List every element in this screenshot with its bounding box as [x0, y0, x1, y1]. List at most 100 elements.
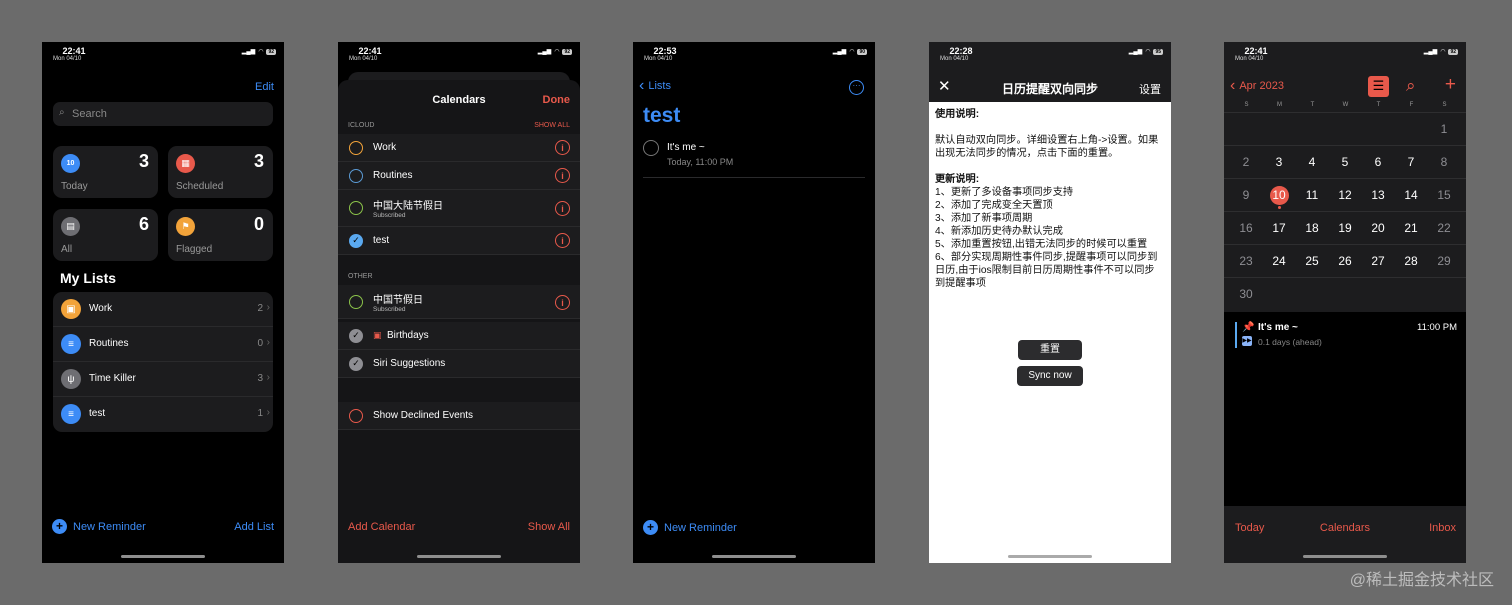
calendar-row-routines[interactable]: Routines i	[338, 162, 580, 190]
calendar-day[interactable]: 17	[1263, 212, 1295, 245]
list-item-test[interactable]: ≡ test 1 ›	[53, 397, 273, 432]
calendar-sublabel: Subscribed	[373, 212, 406, 219]
calendar-label: test	[373, 235, 390, 246]
list-item-routines[interactable]: ≡ Routines 0 ›	[53, 327, 273, 362]
reset-button[interactable]: 重置	[1018, 340, 1082, 360]
new-reminder-button[interactable]: + New Reminder	[52, 519, 146, 534]
status-icons: ▂▄▆ ◠ 92	[242, 48, 276, 55]
weekday-label: M	[1277, 102, 1282, 108]
flagged-card[interactable]: ⚑ 0 Flagged	[168, 209, 273, 261]
list-item-work[interactable]: ▣ Work 2 ›	[53, 292, 273, 327]
add-icon[interactable]: +	[1445, 75, 1456, 95]
flagged-count: 0	[253, 214, 264, 234]
event-item[interactable]: 📌 It's me ~ 11:00 PM ▶▶ 0.1 days (ahead)	[1235, 322, 1457, 348]
calendar-day[interactable]: 26	[1329, 245, 1361, 278]
info-icon[interactable]: i	[555, 168, 570, 183]
status-icons: ▂▄▆ ◠ 92	[538, 48, 572, 55]
calendar-day[interactable]: 14	[1395, 179, 1427, 212]
checkbox-circle-icon[interactable]	[643, 140, 659, 156]
tray-icon: ▤	[61, 217, 80, 236]
info-icon[interactable]: i	[555, 233, 570, 248]
search-icon[interactable]: ⌕	[1406, 76, 1416, 96]
show-declined-row[interactable]: Show Declined Events	[338, 402, 580, 430]
list-item-time-killer[interactable]: ψ Time Killer 3 ›	[53, 362, 273, 397]
new-reminder-button[interactable]: + New Reminder	[643, 520, 737, 535]
calendar-day[interactable]: 30	[1230, 278, 1262, 311]
calendar-day[interactable]: 25	[1296, 245, 1328, 278]
calendar-day[interactable]: 10	[1263, 179, 1295, 212]
event-title: It's me ~	[1258, 322, 1298, 333]
show-all-link[interactable]: SHOW ALL	[534, 122, 570, 129]
add-list-button[interactable]: Add List	[234, 521, 274, 533]
calendar-day[interactable]: 7	[1395, 146, 1427, 179]
scheduled-calendar-icon: ▦	[176, 154, 195, 173]
calendar-row-birthdays[interactable]: ✓ ▣ Birthdays	[338, 322, 580, 350]
calendar-day[interactable]: 8	[1428, 146, 1460, 179]
calendar-row-work[interactable]: Work i	[338, 134, 580, 162]
scheduled-card[interactable]: ▦ 3 Scheduled	[168, 146, 273, 198]
calendar-day[interactable]: 1	[1428, 113, 1460, 146]
status-time: 22:53	[653, 46, 677, 56]
today-card[interactable]: 10 3 Today	[53, 146, 158, 198]
settings-button[interactable]: 设置	[1139, 81, 1161, 97]
calendar-day[interactable]: 12	[1329, 179, 1361, 212]
calendar-day[interactable]: 2	[1230, 146, 1262, 179]
calendar-day[interactable]: 23	[1230, 245, 1262, 278]
calendar-day[interactable]: 22	[1428, 212, 1460, 245]
calendar-day[interactable]: 29	[1428, 245, 1460, 278]
calendar-day[interactable]: 15	[1428, 179, 1460, 212]
info-icon[interactable]: i	[555, 140, 570, 155]
done-button[interactable]: Done	[543, 94, 571, 106]
show-all-button[interactable]: Show All	[528, 521, 570, 533]
month-back-button[interactable]: ‹ Apr 2023	[1230, 77, 1284, 94]
calendar-day[interactable]: 11	[1296, 179, 1328, 212]
new-reminder-label: New Reminder	[664, 521, 737, 534]
calendar-row-siri[interactable]: ✓ Siri Suggestions	[338, 350, 580, 378]
more-icon[interactable]: ···	[849, 80, 864, 95]
status-time: 22:28	[949, 46, 973, 56]
status-bar: 22:28 Mon 04/10 ▂▄▆ ◠ 95	[929, 42, 1171, 64]
back-button[interactable]: ‹ Lists	[639, 78, 671, 94]
calendar-day[interactable]: 28	[1395, 245, 1427, 278]
sync-now-button[interactable]: Sync now	[1017, 366, 1083, 386]
edit-button[interactable]: Edit	[255, 81, 274, 93]
circle-icon	[349, 169, 363, 183]
update-item: 1、更新了多设备事项同步支持	[935, 187, 1074, 198]
add-calendar-button[interactable]: Add Calendar	[348, 521, 415, 533]
search-input[interactable]: ⌕ Search	[53, 102, 273, 126]
chevron-right-icon: ›	[266, 302, 270, 313]
reminder-item[interactable]: It's me ~ Today, 11:00 PM	[643, 140, 865, 178]
tab-inbox[interactable]: Inbox	[1429, 522, 1456, 534]
new-reminder-label: New Reminder	[73, 520, 146, 533]
calendar-day[interactable]: 6	[1362, 146, 1394, 179]
calendar-row-cn-holidays[interactable]: 中国大陆节假日 Subscribed i	[338, 190, 580, 227]
calendar-day[interactable]: 13	[1362, 179, 1394, 212]
calendar-day[interactable]: 21	[1395, 212, 1427, 245]
list-label: Work	[89, 303, 113, 314]
calendar-row-cn-festivals[interactable]: 中国节假日 Subscribed i	[338, 285, 580, 319]
calendar-day[interactable]: 16	[1230, 212, 1262, 245]
calendar-day[interactable]: 3	[1263, 146, 1295, 179]
calendar-label: 中国节假日	[373, 295, 423, 306]
declined-label: Show Declined Events	[373, 410, 474, 421]
calendar-day[interactable]: 24	[1263, 245, 1295, 278]
list-view-icon[interactable]: ☰	[1368, 76, 1389, 97]
calendar-day[interactable]: 27	[1362, 245, 1394, 278]
calendar-label: Work	[373, 142, 397, 153]
calendar-row-test[interactable]: ✓ test i	[338, 227, 580, 255]
calendar-day[interactable]: 5	[1329, 146, 1361, 179]
repeat-icon: ▶▶	[1242, 336, 1252, 346]
calendar-day[interactable]: 4	[1296, 146, 1328, 179]
all-card[interactable]: ▤ 6 All	[53, 209, 158, 261]
circle-icon	[349, 409, 363, 423]
info-icon[interactable]: i	[555, 295, 570, 310]
calendar-day[interactable]: 19	[1329, 212, 1361, 245]
weekday-label: F	[1409, 102, 1414, 108]
calendar-day[interactable]: 20	[1362, 212, 1394, 245]
info-icon[interactable]: i	[555, 201, 570, 216]
calendar-day[interactable]: 18	[1296, 212, 1328, 245]
status-time: 22:41	[358, 46, 382, 56]
update-item: 5、添加重置按钮,出错无法同步的时候可以重置	[935, 239, 1148, 250]
calendar-day[interactable]: 9	[1230, 179, 1262, 212]
chevron-left-icon: ‹	[1230, 77, 1236, 94]
